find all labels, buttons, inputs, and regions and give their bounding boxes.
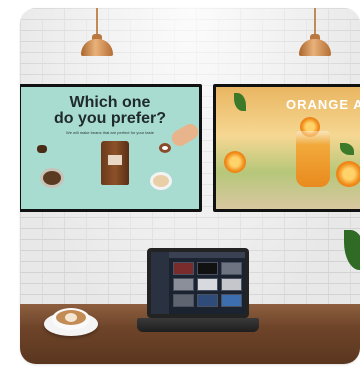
laptop-lid	[147, 248, 249, 318]
laptop-base	[137, 318, 259, 332]
plant-leaf	[344, 230, 360, 280]
leaf-image	[234, 93, 246, 111]
content-tile	[173, 294, 194, 307]
display-right-brand: ORANGE ADE	[286, 97, 360, 112]
orange-slice-image	[224, 151, 246, 173]
leaf-image	[340, 143, 354, 155]
content-tile	[221, 278, 242, 291]
laptop	[137, 248, 259, 340]
display-right-screen: ORANGE ADE	[216, 87, 360, 209]
display-right: ORANGE ADE	[213, 84, 360, 212]
orange-ade-glass-image	[296, 131, 330, 187]
pendant-lamp-left	[79, 8, 115, 58]
latte-cup-image	[153, 175, 169, 187]
content-tile	[173, 262, 194, 275]
display-left-headline-2: do you prefer?	[53, 110, 166, 127]
content-tile	[173, 278, 194, 291]
content-tile	[221, 294, 242, 307]
display-left: Which one do you prefer? We will make be…	[20, 84, 202, 212]
content-tile	[197, 294, 218, 307]
coffee-cup-top-image	[159, 143, 171, 153]
coffee-beans-image	[37, 145, 47, 153]
app-toolbar	[169, 252, 245, 258]
laptop-screen	[151, 252, 245, 314]
orange-slice-image	[336, 161, 360, 187]
display-left-headline-1: Which one	[69, 94, 151, 111]
pendant-lamp-right	[297, 8, 333, 58]
coffee-bag-image	[101, 141, 129, 185]
latte-art	[65, 313, 77, 322]
app-sidebar	[151, 252, 169, 314]
espresso-cup-image	[43, 171, 61, 185]
content-tile	[197, 262, 218, 275]
scene-card: Which one do you prefer? We will make be…	[20, 8, 360, 364]
content-tile	[221, 262, 242, 275]
display-left-screen: Which one do you prefer? We will make be…	[21, 87, 199, 209]
content-tile	[197, 278, 218, 291]
